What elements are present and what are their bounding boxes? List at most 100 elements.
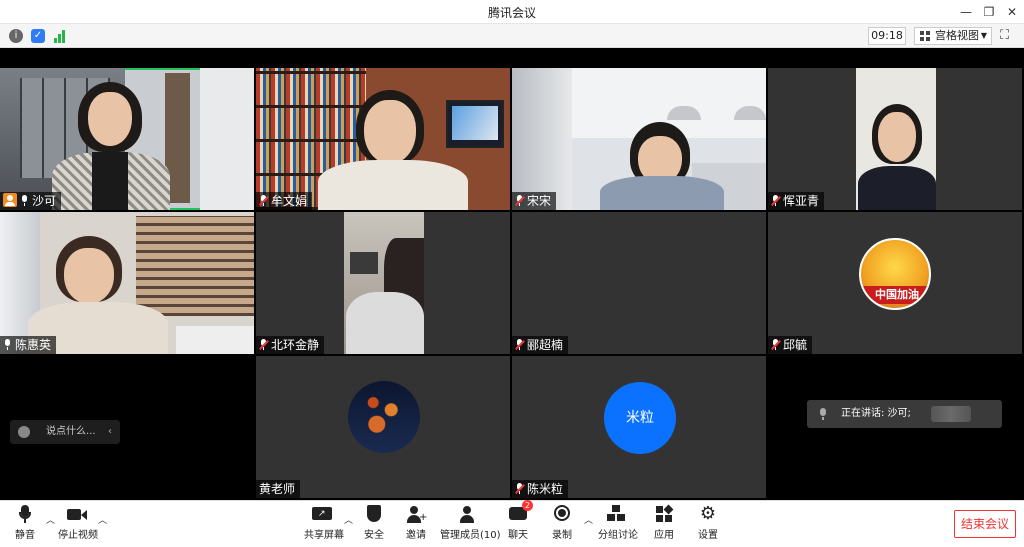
mute-label: 静音 [15,530,35,541]
person-face [364,100,416,164]
microphone-icon [15,505,35,523]
chevron-up-icon[interactable]: ︿ [344,513,353,526]
manage-members-button[interactable]: 管理成员(10) [440,505,501,545]
video-tile[interactable]: 恽亚青 [768,68,1022,210]
participant-name: 郦超楠 [527,338,564,352]
window-blinds [136,216,254,316]
invite-button[interactable]: + 邀请 [404,505,428,545]
tv-image [452,106,498,140]
participant-name: 陈米粒 [527,482,564,496]
participant-name: 牟文娟 [271,194,308,208]
shield-icon[interactable]: ✓ [31,29,45,43]
person-face [878,112,916,162]
video-tile[interactable]: 米粒 陈米粒 [512,356,766,498]
avatar: 中国加油 [859,238,931,310]
record-icon [552,505,572,523]
end-meeting-button[interactable]: 结束会议 [954,510,1016,538]
picture-frame [350,252,378,274]
participant-name: 宋宋 [527,194,552,208]
person-body [600,176,724,210]
mic-muted-icon [771,195,781,206]
chat-input[interactable]: 说点什么... ‹ [10,420,120,444]
person-face [64,248,114,304]
members-icon [457,505,477,523]
breakout-rooms-button[interactable]: 分组讨论 [598,505,638,545]
chevron-left-icon[interactable]: ‹ [108,420,112,444]
settings-button[interactable]: ⚙ 设置 [696,505,720,545]
minimize-icon[interactable]: — [956,3,976,21]
participant-name-tag: 恽亚青 [768,192,825,210]
chat-button[interactable]: 2 聊天 [506,500,533,545]
video-tile[interactable]: 郦超楠 [512,212,766,354]
person-shirt [92,152,128,210]
breakout-icon [606,505,626,523]
avatar-banner: 中国加油 [861,286,929,304]
share-screen-icon: ↗ [312,505,332,523]
mic-icon [819,408,827,420]
chat-unread-badge: 2 [522,500,533,511]
participant-name-tag: 黄老师 [256,480,301,498]
meeting-timer: 09:18 [868,27,906,45]
video-tile[interactable]: 中国加油 邱毓 [768,212,1022,354]
video-tile[interactable]: 沙可 [0,68,254,210]
mic-muted-icon [259,195,269,206]
view-mode-dropdown[interactable]: 宫格视图 ▼ [914,27,992,45]
record-button[interactable]: 录制 [550,505,574,545]
video-tile[interactable]: 宋宋 [512,68,766,210]
participant-name-tag: 邱毓 [768,336,813,354]
invite-label: 邀请 [406,530,426,541]
office-window [512,68,572,210]
stop-video-button[interactable]: 停止视频 [58,505,98,545]
security-button[interactable]: 安全 [362,505,386,545]
chat-label: 聊天 [508,530,528,541]
participant-name: 陈惠英 [15,338,52,352]
participant-name-tag: 北环金静 [256,336,325,354]
avatar: 米粒 [604,382,676,454]
stop-video-label: 停止视频 [58,530,98,541]
info-icon[interactable]: i [9,29,23,43]
apps-label: 应用 [654,530,674,541]
security-label: 安全 [364,530,384,541]
apps-icon [654,504,674,523]
person-body [858,166,936,210]
window-light [200,68,254,210]
emoji-icon[interactable] [18,426,30,438]
fullscreen-icon[interactable]: ⛶ [1000,28,1016,44]
speaking-indicator: 正在讲话: 沙可; [807,400,1002,428]
share-screen-button[interactable]: ↗ 共享屏幕 [304,505,344,545]
video-tile[interactable]: 陈惠英 [0,212,254,354]
mic-icon [20,195,29,206]
window-title: 腾讯会议 [487,6,536,20]
chevron-up-icon[interactable]: ︿ [46,513,55,526]
mic-muted-icon [771,339,781,350]
video-tile[interactable]: 牟文娟 [256,68,510,210]
participant-name-tag: 牟文娟 [256,192,313,210]
participant-name-tag: 宋宋 [512,192,557,210]
participant-name-tag: 陈米粒 [512,480,569,498]
video-tile[interactable]: 北环金静 [256,212,510,354]
settings-label: 设置 [698,530,718,541]
host-icon [3,193,17,207]
chevron-up-icon[interactable]: ︿ [584,513,593,526]
person-body [318,160,468,210]
participant-name: 黄老师 [259,482,296,496]
shield-icon [364,505,384,523]
restore-icon[interactable]: ❐ [979,3,999,21]
chevron-down-icon: ▼ [980,31,987,40]
grid-icon [920,31,930,41]
signal-icon[interactable] [53,29,67,43]
mute-button[interactable]: 静音 [10,505,40,545]
participant-name-tag: 郦超楠 [512,336,569,354]
participant-name: 沙可 [32,194,57,208]
video-grid: 沙可 牟文娟 宋宋 恽亚青 陈惠英 北环金静 郦超楠 中国加油 邱毓 黄老师 米… [0,68,1024,500]
bottom-toolbar: 静音 ︿ 停止视频 ︿ ↗ 共享屏幕 ︿ 安全 + 邀请 管理成员(10) 2 … [0,500,1024,547]
participant-name: 北环金静 [271,338,320,352]
close-icon[interactable]: ✕ [1002,3,1022,21]
chevron-up-icon[interactable]: ︿ [98,513,107,526]
mic-muted-icon [515,483,525,494]
apps-button[interactable]: 应用 [652,504,676,545]
radiator [176,326,254,354]
add-user-icon: + [406,505,427,523]
video-tile[interactable]: 黄老师 [256,356,510,498]
gear-icon: ⚙ [699,503,717,524]
